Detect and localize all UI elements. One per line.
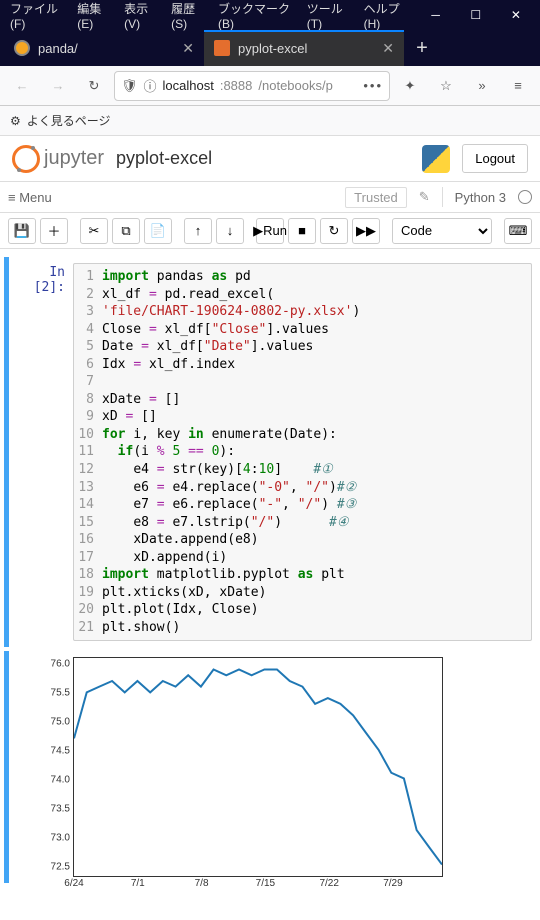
cell-prompt: In [2]: bbox=[13, 263, 73, 641]
matplotlib-chart: 72.573.073.574.074.575.075.576.0 6/247/1… bbox=[73, 657, 443, 877]
paste-button[interactable]: 📄 bbox=[144, 218, 172, 244]
url-path: /notebooks/p bbox=[258, 78, 332, 93]
logout-button[interactable]: Logout bbox=[462, 144, 528, 173]
notebook-name[interactable]: pyplot-excel bbox=[116, 148, 212, 169]
move-up-button[interactable]: ↑ bbox=[184, 218, 212, 244]
hamburger-icon[interactable]: ≡ bbox=[8, 190, 16, 205]
url-host: localhost bbox=[163, 78, 214, 93]
celltype-select[interactable]: Code bbox=[392, 218, 492, 244]
info-icon: ⓘ bbox=[144, 76, 157, 95]
gear-icon[interactable]: ⚙ bbox=[10, 114, 21, 128]
bookmarks-bar: ⚙ よく見るページ bbox=[0, 106, 540, 136]
python-icon bbox=[422, 145, 450, 173]
urlbar-row: ← → ↻ 🛡 ⓘ localhost:8888/notebooks/p •••… bbox=[0, 66, 540, 106]
firefox-menu-icon[interactable]: ≡ bbox=[502, 70, 534, 102]
move-down-button[interactable]: ↓ bbox=[216, 218, 244, 244]
notebook-area: In [2]: 1import pandas as pd2xl_df = pd.… bbox=[0, 249, 540, 891]
page-content: jupyter pyplot-excel Logout ≡ Menu Trust… bbox=[0, 136, 540, 920]
jupyter-favicon bbox=[14, 40, 30, 56]
window-titlebar: ファイル(F) 編集(E) 表示(V) 履歴(S) ブックマーク(B) ツール(… bbox=[0, 0, 540, 30]
command-palette-button[interactable]: ⌨ bbox=[504, 218, 532, 244]
browser-tabbar: panda/ ✕ pyplot-excel ✕ + bbox=[0, 30, 540, 66]
tab-panda[interactable]: panda/ ✕ bbox=[4, 30, 204, 66]
jupyter-logo-icon bbox=[12, 145, 40, 173]
code-editor[interactable]: 1import pandas as pd2xl_df = pd.read_exc… bbox=[73, 263, 532, 641]
notebook-toolbar: 💾 ＋ ✂ ⧉ 📄 ↑ ↓ ▶ Run ■ ↻ ▶▶ Code ⌨ bbox=[0, 213, 540, 249]
nav-forward[interactable]: → bbox=[42, 70, 74, 102]
tab-label: pyplot-excel bbox=[238, 41, 307, 56]
kernel-name[interactable]: Python 3 bbox=[455, 190, 506, 205]
restart-button[interactable]: ↻ bbox=[320, 218, 348, 244]
cell-output: 72.573.073.574.074.575.075.576.0 6/247/1… bbox=[4, 651, 536, 883]
tab-label: panda/ bbox=[38, 41, 78, 56]
copy-button[interactable]: ⧉ bbox=[112, 218, 140, 244]
window-maximize[interactable]: ☐ bbox=[456, 0, 496, 30]
edit-icon[interactable]: ✎ bbox=[419, 189, 430, 205]
overflow-icon[interactable]: » bbox=[466, 70, 498, 102]
page-actions-icon[interactable]: ••• bbox=[363, 78, 383, 93]
bookmarks-label[interactable]: よく見るページ bbox=[27, 112, 111, 129]
window-close[interactable]: ✕ bbox=[496, 0, 536, 30]
tab-close-icon[interactable]: ✕ bbox=[382, 40, 394, 57]
notebook-favicon bbox=[214, 40, 230, 56]
save-button[interactable]: 💾 bbox=[8, 218, 36, 244]
notebook-menubar: ≡ Menu Trusted ✎ Python 3 bbox=[0, 181, 540, 213]
jupyter-logo[interactable]: jupyter bbox=[12, 145, 104, 173]
nav-reload[interactable]: ↻ bbox=[78, 70, 110, 102]
cut-button[interactable]: ✂ bbox=[80, 218, 108, 244]
menu-label[interactable]: Menu bbox=[19, 190, 52, 205]
url-field[interactable]: 🛡 ⓘ localhost:8888/notebooks/p ••• bbox=[114, 71, 390, 101]
kernel-indicator-icon bbox=[518, 190, 532, 204]
new-tab-button[interactable]: + bbox=[404, 30, 440, 66]
tab-pyplot-excel[interactable]: pyplot-excel ✕ bbox=[204, 30, 404, 66]
trusted-label[interactable]: Trusted bbox=[345, 187, 407, 208]
window-minimize[interactable]: ─ bbox=[416, 0, 456, 30]
fastforward-button[interactable]: ▶▶ bbox=[352, 218, 380, 244]
add-cell-button[interactable]: ＋ bbox=[40, 218, 68, 244]
reader-icon[interactable]: ✦ bbox=[394, 70, 426, 102]
tab-close-icon[interactable]: ✕ bbox=[182, 40, 194, 57]
stop-button[interactable]: ■ bbox=[288, 218, 316, 244]
code-cell[interactable]: In [2]: 1import pandas as pd2xl_df = pd.… bbox=[4, 257, 536, 647]
jupyter-header: jupyter pyplot-excel Logout bbox=[0, 136, 540, 181]
shield-icon: 🛡 bbox=[121, 78, 138, 94]
nav-back[interactable]: ← bbox=[6, 70, 38, 102]
bookmark-star-icon[interactable]: ☆ bbox=[430, 70, 462, 102]
run-button[interactable]: ▶ Run bbox=[256, 218, 284, 244]
